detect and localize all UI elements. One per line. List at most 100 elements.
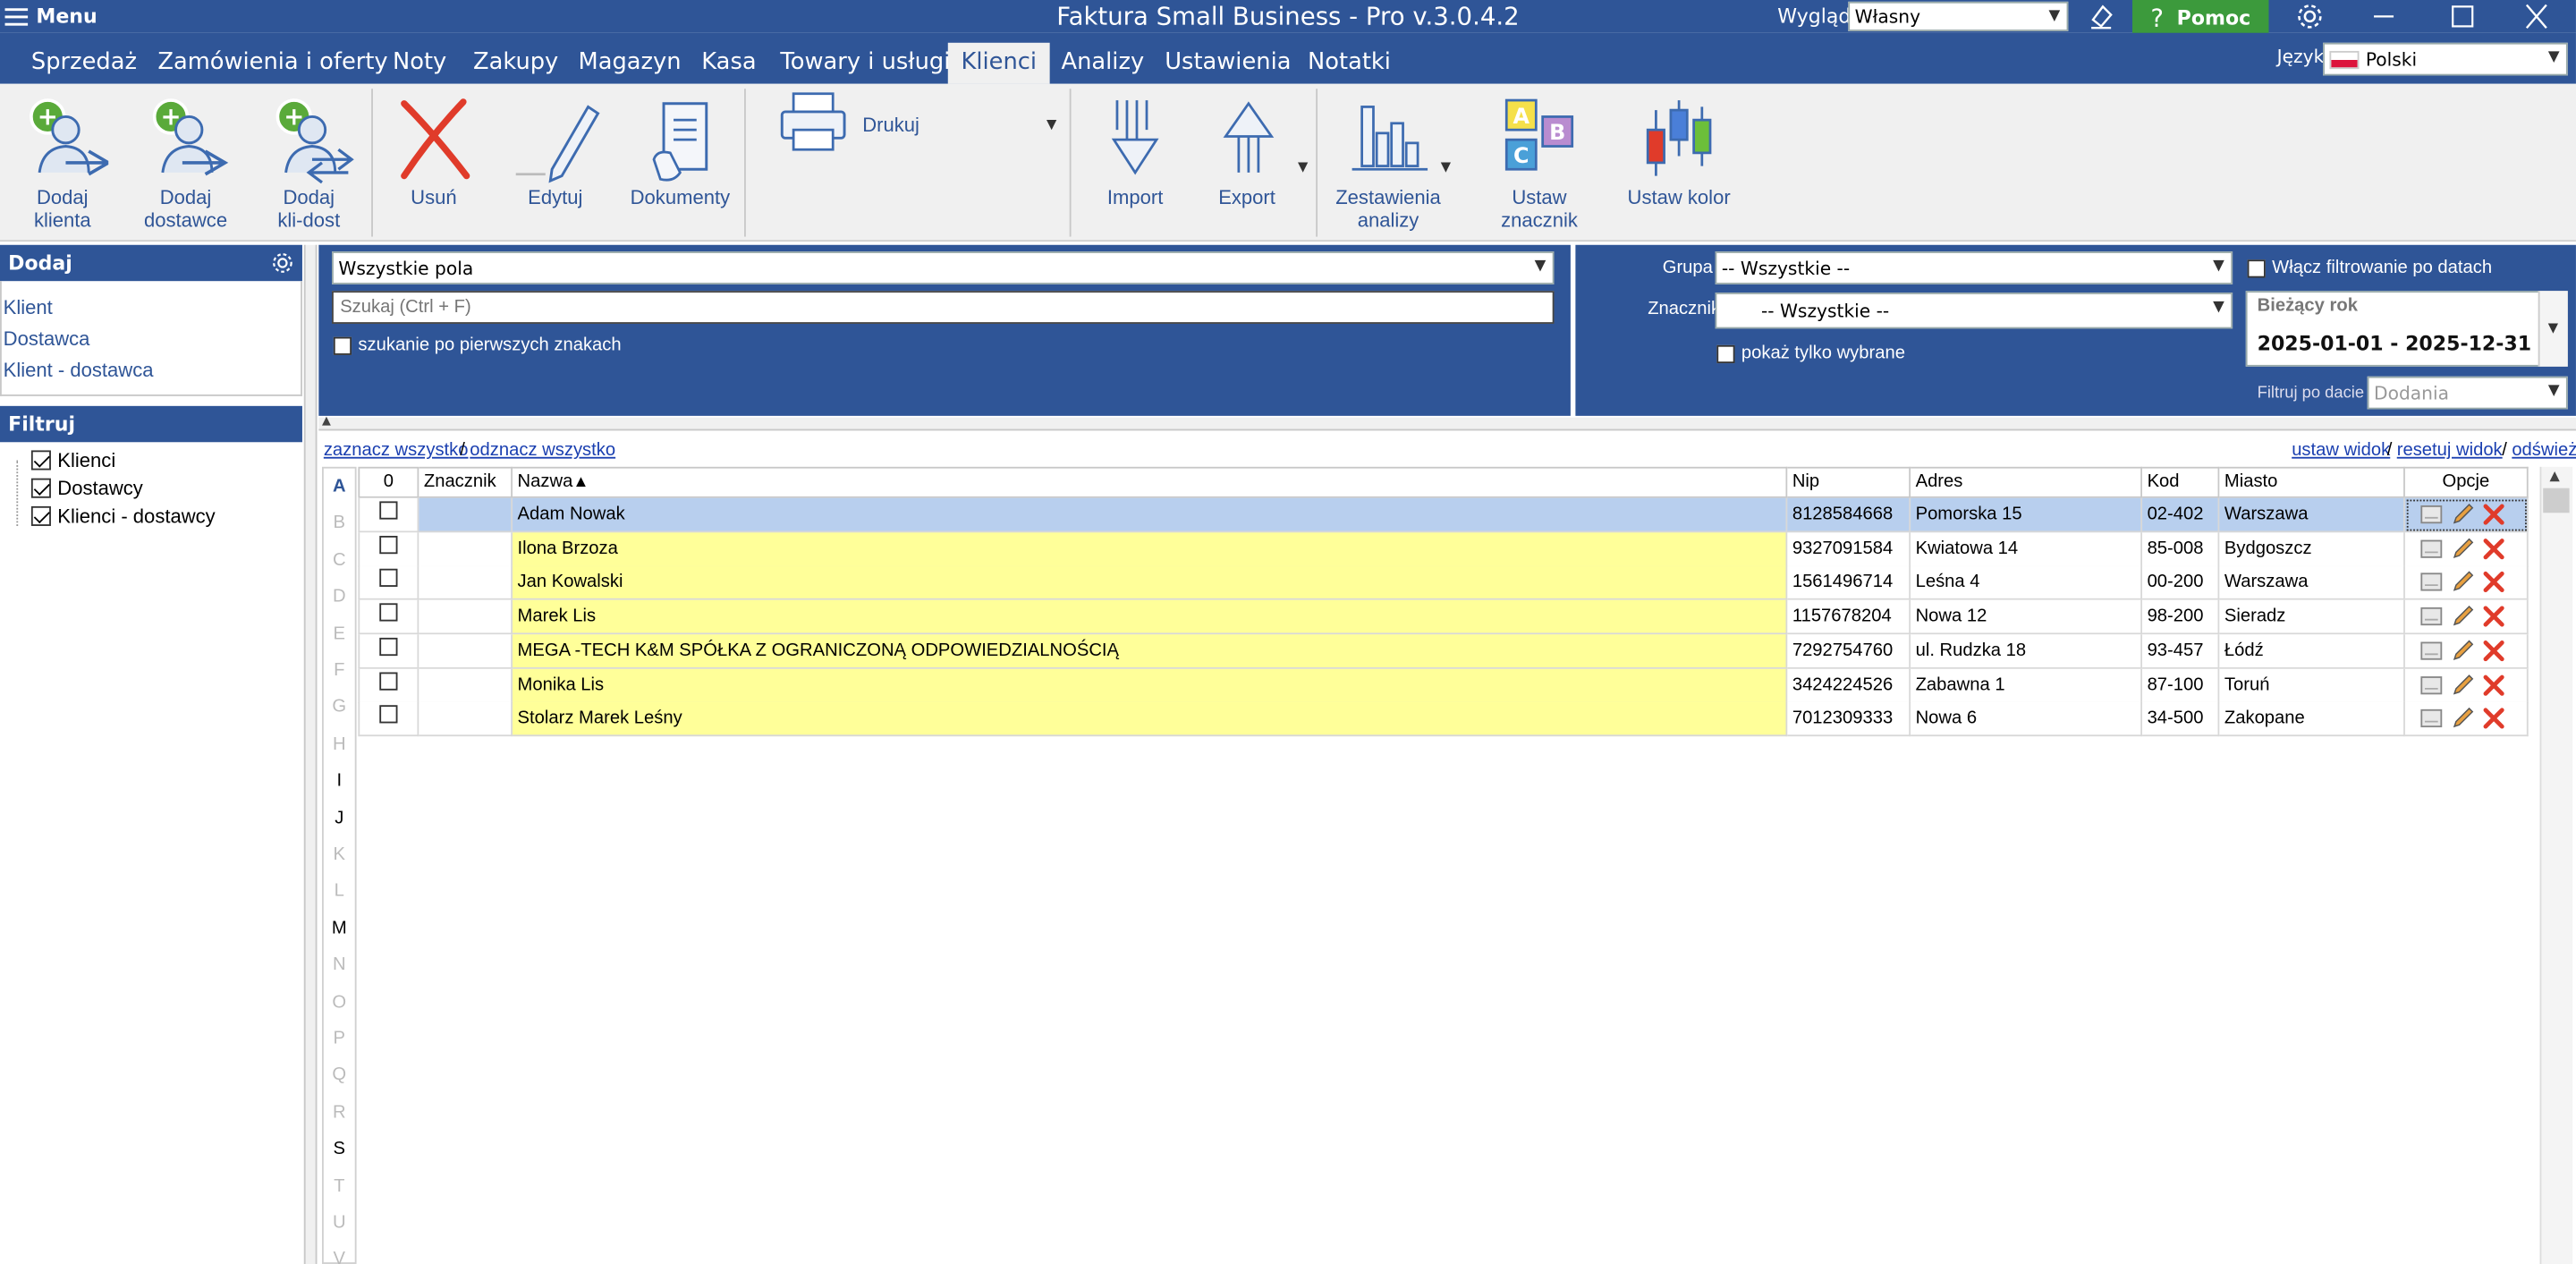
close-icon[interactable] bbox=[2523, 2, 2549, 31]
cell-col-nip[interactable]: 3424224526 bbox=[1787, 667, 1911, 703]
reset-view-link[interactable]: resetuj widok bbox=[2397, 440, 2503, 460]
refresh-link[interactable]: odśwież bbox=[2512, 440, 2576, 460]
export-button[interactable]: Export ▼ bbox=[1196, 94, 1308, 208]
chevron-down-icon[interactable]: ▼ bbox=[1298, 159, 1308, 174]
alphabet-letter-o[interactable]: O bbox=[324, 992, 355, 1012]
edit-button[interactable]: Edytuj bbox=[506, 94, 605, 208]
alphabet-letter-e[interactable]: E bbox=[324, 624, 355, 643]
delete-x-icon[interactable] bbox=[2482, 673, 2505, 696]
add-supplier-button[interactable]: + Dodaj dostawce bbox=[136, 94, 234, 232]
edit-pencil-icon[interactable] bbox=[2451, 503, 2474, 526]
left-panel-splitter[interactable] bbox=[303, 244, 318, 1264]
cell-col-marker[interactable] bbox=[419, 565, 513, 601]
reports-button[interactable]: Zestawienia analizy ▼ bbox=[1329, 94, 1451, 232]
card-icon[interactable] bbox=[2419, 537, 2443, 560]
cell-col-marker[interactable] bbox=[419, 701, 513, 737]
set-color-button[interactable]: Ustaw kolor bbox=[1618, 94, 1740, 208]
cell-col-name[interactable]: Stolarz Marek Leśny bbox=[513, 701, 1788, 737]
cell-col-city[interactable]: Warszawa bbox=[2219, 565, 2405, 601]
cell-col-marker[interactable] bbox=[419, 531, 513, 567]
filter-item-klienci[interactable]: Klienci bbox=[30, 449, 115, 471]
filter-checkbox[interactable] bbox=[30, 450, 51, 471]
table-row[interactable]: Ilona Brzoza 9327091584 Kwiatowa 14 85-008 B… bbox=[358, 531, 2529, 567]
vertical-scrollbar[interactable]: ▲ bbox=[2539, 466, 2573, 1264]
header-col-code[interactable]: Kod bbox=[2142, 466, 2220, 498]
tab-magazyn[interactable]: Magazyn bbox=[565, 43, 694, 84]
tab-noty[interactable]: Noty bbox=[379, 43, 460, 84]
help-button[interactable]: ? Pomoc bbox=[2132, 0, 2269, 35]
cell-col-nip[interactable]: 7292754760 bbox=[1787, 633, 1911, 669]
scrollbar-thumb[interactable] bbox=[2543, 488, 2570, 513]
delete-x-icon[interactable] bbox=[2482, 707, 2505, 730]
set-view-link[interactable]: ustaw widok bbox=[2292, 440, 2390, 460]
select-all-link[interactable]: zaznacz wszystko bbox=[324, 440, 469, 460]
cell-col-address[interactable]: Nowa 12 bbox=[1911, 599, 2143, 635]
minimize-icon[interactable] bbox=[2372, 0, 2395, 33]
row-checkbox[interactable] bbox=[379, 603, 398, 622]
edit-pencil-icon[interactable] bbox=[2451, 571, 2474, 594]
alphabet-letter-g[interactable]: G bbox=[324, 698, 355, 717]
cell-col-name[interactable]: Adam Nowak bbox=[513, 497, 1788, 533]
row-checkbox[interactable] bbox=[379, 569, 398, 588]
date-range-picker[interactable]: Bieżący rok 2025-01-01 - 2025-12-31 bbox=[2245, 291, 2568, 367]
tab-zakupy[interactable]: Zakupy bbox=[460, 43, 572, 84]
add-supplier-link[interactable]: Dostawca bbox=[4, 327, 90, 351]
cell-col-marker[interactable] bbox=[419, 633, 513, 669]
cell-col-city[interactable]: Zakopane bbox=[2219, 701, 2405, 737]
date-filter-option[interactable]: Włącz filtrowanie po datach bbox=[2247, 258, 2492, 278]
menu-button[interactable]: Menu bbox=[4, 4, 97, 30]
cell-col-nip[interactable]: 7012309333 bbox=[1787, 701, 1911, 737]
cell-col-nip[interactable]: 1561496714 bbox=[1787, 565, 1911, 601]
import-button[interactable]: Import bbox=[1086, 94, 1184, 208]
header-col-nip[interactable]: Nip bbox=[1787, 466, 1911, 498]
chevron-down-icon[interactable]: ▼ bbox=[1441, 159, 1451, 174]
group-select[interactable]: -- Wszystkie -- ▼ bbox=[1715, 251, 2233, 284]
deselect-all-link[interactable]: odznacz wszystko bbox=[470, 440, 615, 460]
header-col-city[interactable]: Miasto bbox=[2219, 466, 2405, 498]
cell-col-name[interactable]: Marek Lis bbox=[513, 599, 1788, 635]
add-client-supplier-button[interactable]: + Dodaj kli-dost bbox=[259, 94, 358, 232]
alphabet-letter-m[interactable]: M bbox=[324, 919, 355, 938]
alphabet-letter-r[interactable]: R bbox=[324, 1103, 355, 1123]
alphabet-letter-k[interactable]: K bbox=[324, 844, 355, 864]
cell-col-code[interactable]: 85-008 bbox=[2142, 531, 2220, 567]
cell-col-name[interactable]: Jan Kowalski bbox=[513, 565, 1788, 601]
cell-col-name[interactable]: Monika Lis bbox=[513, 667, 1788, 703]
filter-by-date-select[interactable]: Dodania ▼ bbox=[2367, 376, 2568, 410]
alphabet-letter-p[interactable]: P bbox=[324, 1029, 355, 1048]
cell-col-marker[interactable] bbox=[419, 599, 513, 635]
table-row[interactable]: Marek Lis 1157678204 Nowa 12 98-200 Sieradz bbox=[358, 599, 2529, 635]
cell-col-city[interactable]: Bydgoszcz bbox=[2219, 531, 2405, 567]
table-row[interactable]: Stolarz Marek Leśny 7012309333 Nowa 6 34-50… bbox=[358, 701, 2529, 737]
alphabet-letter-c[interactable]: C bbox=[324, 550, 355, 570]
search-fields-select[interactable]: Wszystkie pola ▼ bbox=[332, 251, 1555, 284]
tab-towary[interactable]: Towary i usługi bbox=[767, 43, 963, 84]
alphabet-letter-b[interactable]: B bbox=[324, 513, 355, 533]
card-icon[interactable] bbox=[2419, 605, 2443, 628]
edit-pencil-icon[interactable] bbox=[2451, 639, 2474, 662]
alphabet-letter-n[interactable]: N bbox=[324, 955, 355, 975]
alphabet-letter-d[interactable]: D bbox=[324, 587, 355, 607]
alphabet-letter-v[interactable]: V bbox=[324, 1250, 355, 1264]
filter-checkbox[interactable] bbox=[30, 478, 51, 498]
documents-button[interactable]: Dokumenty bbox=[629, 94, 731, 208]
cell-col-code[interactable]: 98-200 bbox=[2142, 599, 2220, 635]
cell-col-code[interactable]: 34-500 bbox=[2142, 701, 2220, 737]
add-client-link[interactable]: Klient bbox=[4, 296, 53, 319]
table-row[interactable]: Jan Kowalski 1561496714 Leśna 4 00-200 Warsz… bbox=[358, 565, 2529, 601]
cell-col-city[interactable]: Toruń bbox=[2219, 667, 2405, 703]
cell-col-address[interactable]: Nowa 6 bbox=[1911, 701, 2143, 737]
cell-col-marker[interactable] bbox=[419, 667, 513, 703]
cell-col-city[interactable]: Łódź bbox=[2219, 633, 2405, 669]
table-row[interactable]: Monika Lis 3424224526 Zabawna 1 87-100 Toruń bbox=[358, 667, 2529, 703]
gear-icon[interactable] bbox=[271, 251, 294, 275]
cell-col-address[interactable]: Zabawna 1 bbox=[1911, 667, 2143, 703]
cell-col-address[interactable]: ul. Rudzka 18 bbox=[1911, 633, 2143, 669]
delete-x-icon[interactable] bbox=[2482, 571, 2505, 594]
filter-checkbox[interactable] bbox=[30, 505, 51, 526]
print-button[interactable]: Drukuj ▼ bbox=[777, 90, 1064, 156]
alphabet-letter-s[interactable]: S bbox=[324, 1140, 355, 1159]
row-checkbox[interactable] bbox=[379, 671, 398, 690]
cell-col-nip[interactable]: 1157678204 bbox=[1787, 599, 1911, 635]
table-row[interactable]: Adam Nowak 8128584668 Pomorska 15 02-402 War… bbox=[358, 497, 2529, 533]
